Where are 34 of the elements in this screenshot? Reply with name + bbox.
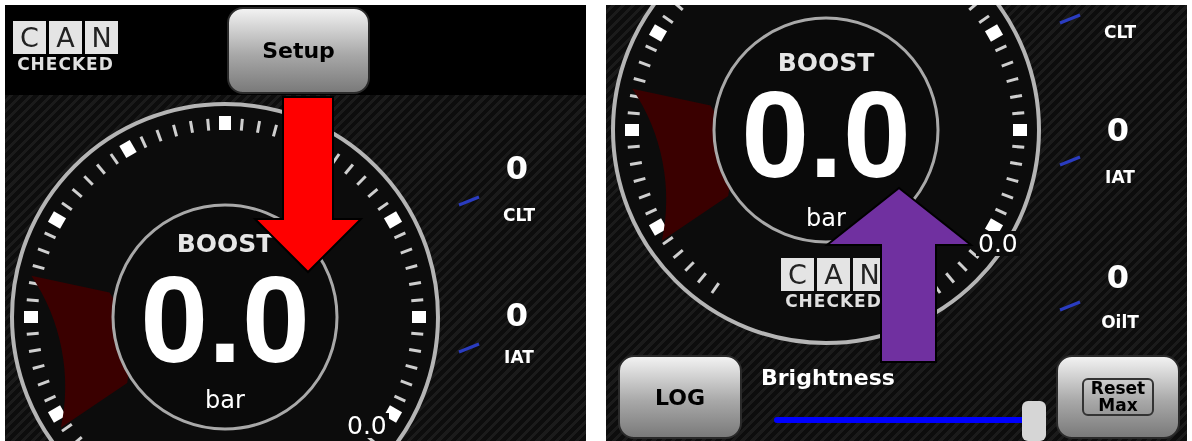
gauge-unit: bar	[205, 388, 245, 412]
gauge-value: 0.0	[741, 74, 911, 196]
gauge-reading: 0.0	[345, 413, 389, 438]
readout-value: 0	[505, 299, 529, 331]
readout-label: OilT	[1101, 313, 1139, 331]
gauge-reading: 0.0	[976, 231, 1020, 256]
readout-label: CLT	[502, 206, 536, 224]
indicator-mark	[1058, 155, 1082, 167]
logo-subtitle: CHECKED	[17, 56, 114, 73]
slider-label: Brightness	[761, 367, 895, 389]
readout-value: 0	[1106, 261, 1130, 293]
indicator-mark	[457, 342, 481, 354]
slider-thumb[interactable]	[1022, 401, 1047, 441]
logo-letter-tile: A	[49, 21, 82, 54]
indicator-mark	[457, 195, 481, 207]
logo-letter-tile: C	[13, 21, 46, 54]
logo-letter-tile: A	[817, 258, 850, 291]
reset-max-button[interactable]: Reset Max	[1082, 378, 1154, 416]
setup-button[interactable]: Setup	[227, 7, 370, 94]
readout-label: CLT	[1103, 23, 1137, 41]
readout-value: 0	[1106, 114, 1130, 146]
logo-subtitle: CHECKED	[785, 293, 882, 310]
logo-letter-tile: N	[85, 21, 118, 54]
readout-label: IAT	[504, 348, 534, 366]
indicator-mark	[1058, 300, 1082, 312]
logo-letter-tile: C	[781, 258, 814, 291]
readout-value: 0	[505, 152, 529, 184]
readout-label: IAT	[1105, 168, 1135, 186]
gauge-value: 0.0	[140, 259, 310, 381]
gauge-title: BOOST	[176, 230, 274, 256]
log-button[interactable]: LOG	[618, 355, 742, 439]
gauge-title: BOOST	[777, 49, 875, 75]
indicator-mark	[1058, 13, 1082, 25]
gauge-unit: bar	[806, 206, 846, 230]
